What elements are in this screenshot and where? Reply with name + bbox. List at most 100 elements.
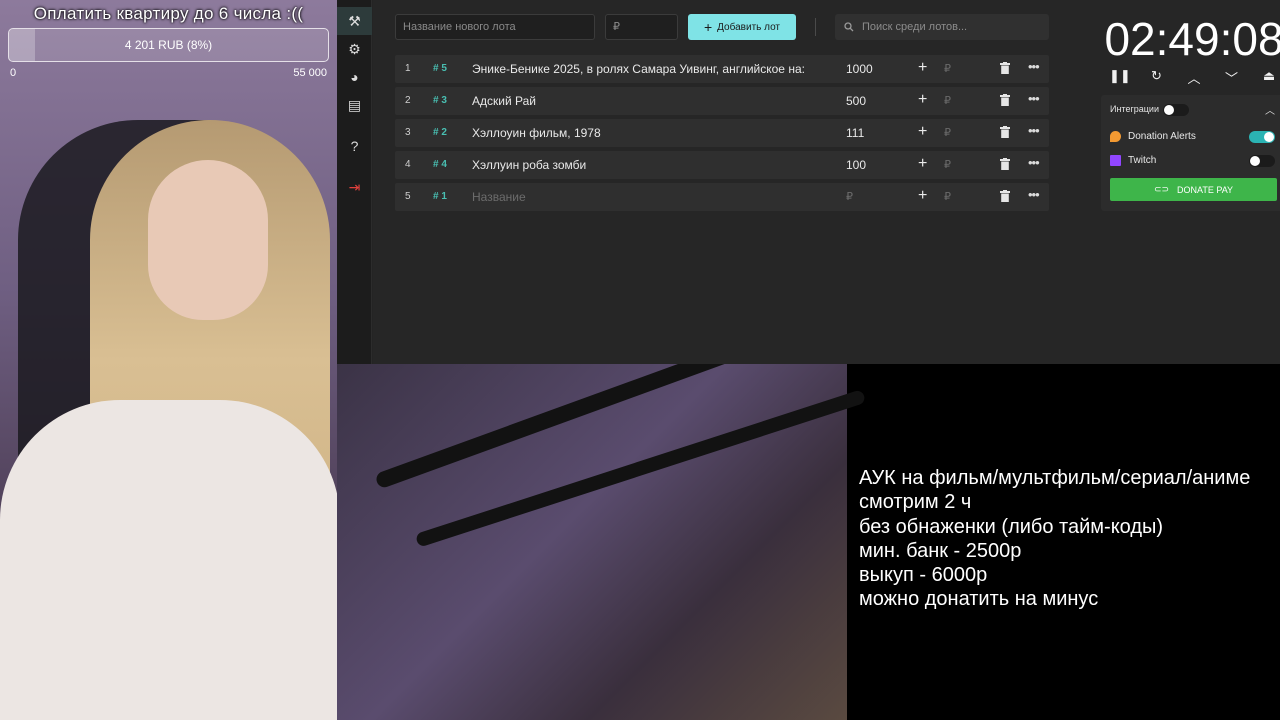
more-options-icon[interactable]: ••• (1028, 59, 1040, 74)
integration-donation-alerts: Donation Alerts (1110, 131, 1196, 142)
currency-input[interactable]: ₽ (944, 126, 951, 139)
lot-name-field[interactable]: Адский Рай (472, 94, 827, 108)
trash-icon[interactable] (1000, 158, 1010, 170)
integrations-title: Интеграции (1110, 104, 1159, 114)
lot-name-field[interactable]: Название (472, 190, 827, 204)
clipboard-icon[interactable]: ▤ (337, 91, 372, 119)
donation-goal: Оплатить квартиру до 6 числа :(( 4 201 R… (8, 4, 329, 79)
goal-amount: 4 201 RUB (8%) (124, 38, 213, 52)
more-options-icon[interactable]: ••• (1028, 155, 1040, 170)
room-camera-feed (337, 303, 867, 720)
auction-timer: 02:49:08 (1104, 13, 1280, 65)
lot-amount-field[interactable]: 500 (846, 94, 866, 108)
help-icon[interactable]: ? (337, 132, 372, 160)
rule-line: мин. банк - 2500р (859, 539, 1022, 562)
rule-line: смотрим 2 ч (859, 491, 972, 514)
goal-progress-bar: 4 201 RUB (8%) (8, 28, 329, 62)
lot-id-tag: # 1 (433, 191, 447, 202)
lot-id-tag: # 2 (433, 127, 447, 138)
sidebar: ⚒ ⚙ ◕ ▤ ? ⇥ (337, 0, 372, 364)
auction-rules: АУК на фильм/мультфильм/сериал/аниме смот… (859, 466, 1280, 612)
lot-amount-field[interactable]: 100 (846, 158, 866, 172)
lot-row: 5 # 1 Название ₽ + ₽ ••• (395, 183, 1049, 211)
chevron-up-icon[interactable]: ︿ (1184, 68, 1204, 88)
add-amount-button[interactable]: + (918, 91, 927, 109)
donation-alerts-toggle[interactable] (1249, 131, 1275, 143)
search-placeholder: Поиск среди лотов... (862, 21, 968, 33)
more-options-icon[interactable]: ••• (1028, 91, 1040, 106)
webcam-feed (0, 0, 340, 720)
goal-min: 0 (10, 67, 17, 79)
timer-controls: ❚❚ ↻ ︿ ﹀ ⏏ (1109, 68, 1279, 88)
integrations-master-toggle[interactable] (1163, 104, 1189, 116)
add-amount-button[interactable]: + (918, 123, 927, 141)
add-lot-button[interactable]: + Добавить лот (688, 14, 796, 40)
mic-arm-lower (414, 389, 867, 548)
auction-app: ⚒ ⚙ ◕ ▤ ? ⇥ + Добавить лот Поиск среди л… (337, 0, 1280, 364)
lot-amount-field[interactable]: ₽ (846, 190, 853, 203)
new-lot-amount-input[interactable] (605, 14, 678, 40)
search-input[interactable]: Поиск среди лотов... (835, 14, 1049, 40)
plus-icon: + (703, 19, 713, 35)
lot-id-tag: # 3 (433, 95, 447, 106)
gear-icon[interactable]: ⚙ (337, 35, 372, 63)
search-icon (844, 22, 854, 32)
lot-name-field[interactable]: Энике-Бенике 2025, в ролях Самара Уивинг… (472, 62, 827, 76)
pie-chart-icon[interactable]: ◕ (337, 63, 372, 91)
rule-line: можно донатить на минус (859, 588, 1099, 611)
integration-label: Twitch (1128, 155, 1157, 166)
twitch-toggle[interactable] (1249, 155, 1275, 167)
streamer-face (148, 160, 268, 320)
more-options-icon[interactable]: ••• (1028, 187, 1040, 202)
lot-name-field[interactable]: Хэллуин роба зомби (472, 158, 827, 172)
chevron-down-icon[interactable]: ﹀ (1222, 68, 1242, 88)
twitch-icon (1110, 155, 1121, 166)
lot-number: 4 (405, 159, 411, 170)
lot-row: 2 # 3 Адский Рай 500 + ₽ ••• (395, 87, 1049, 115)
lot-id-tag: # 5 (433, 63, 447, 74)
donate-pay-button[interactable]: ⊂⊃ DONATE PAY (1110, 178, 1277, 201)
lot-list: 1 # 5 Энике-Бенике 2025, в ролях Самара Уи… (395, 55, 1049, 215)
lot-row: 4 # 4 Хэллуин роба зомби 100 + ₽ ••• (395, 151, 1049, 179)
currency-input[interactable]: ₽ (944, 190, 951, 203)
restart-icon[interactable]: ↻ (1147, 68, 1167, 88)
currency-input[interactable]: ₽ (944, 62, 951, 75)
goal-title: Оплатить квартиру до 6 числа :(( (33, 4, 304, 23)
goal-range: 0 55 000 (8, 67, 329, 79)
lot-row: 1 # 5 Энике-Бенике 2025, в ролях Самара Уи… (395, 55, 1049, 83)
add-amount-button[interactable]: + (918, 59, 927, 77)
donate-pay-label: DONATE PAY (1177, 184, 1234, 195)
eject-icon[interactable]: ⏏ (1259, 68, 1279, 88)
trash-icon[interactable] (1000, 94, 1010, 106)
currency-input[interactable]: ₽ (944, 158, 951, 171)
lot-number: 5 (405, 191, 411, 202)
trash-icon[interactable] (1000, 190, 1010, 202)
rule-line: АУК на фильм/мультфильм/сериал/аниме (859, 467, 1251, 489)
add-amount-button[interactable]: + (918, 155, 927, 173)
lot-number: 1 (405, 63, 411, 74)
collapse-chevron-icon[interactable]: ︿ (1265, 102, 1275, 117)
integration-label: Donation Alerts (1128, 131, 1196, 142)
currency-input[interactable]: ₽ (944, 94, 951, 107)
logout-icon[interactable]: ⇥ (337, 173, 372, 201)
lot-row: 3 # 2 Хэллоуин фильм, 1978 111 + ₽ ••• (395, 119, 1049, 147)
donation-alerts-icon (1110, 131, 1121, 142)
toolbar-divider (815, 18, 816, 36)
rule-line: без обнаженки (либо тайм-коды) (859, 515, 1164, 538)
lot-number: 2 (405, 95, 411, 106)
lot-amount-field[interactable]: 111 (846, 126, 864, 140)
gavel-icon[interactable]: ⚒ (337, 7, 372, 35)
streamer-sweater (0, 400, 340, 720)
lot-name-field[interactable]: Хэллоуин фильм, 1978 (472, 126, 827, 140)
add-lot-label: Добавить лот (717, 21, 781, 33)
more-options-icon[interactable]: ••• (1028, 123, 1040, 138)
add-amount-button[interactable]: + (918, 187, 927, 205)
lot-amount-field[interactable]: 1000 (846, 62, 873, 76)
goal-max: 55 000 (293, 67, 327, 79)
trash-icon[interactable] (1000, 62, 1010, 74)
trash-icon[interactable] (1000, 126, 1010, 138)
main-area: + Добавить лот Поиск среди лотов... 1 # 5… (373, 0, 1280, 364)
pause-icon[interactable]: ❚❚ (1109, 68, 1131, 88)
new-lot-name-input[interactable] (395, 14, 595, 40)
lot-number: 3 (405, 127, 411, 138)
